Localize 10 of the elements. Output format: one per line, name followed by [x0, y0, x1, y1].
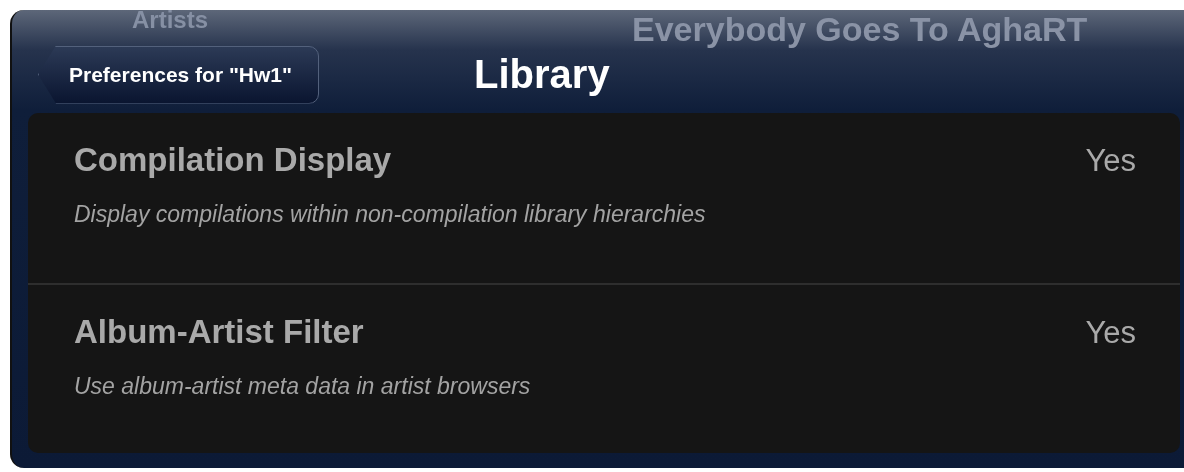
background-album-title: Everybody Goes To AghaRT [632, 10, 1088, 49]
background-heading: Artists [132, 6, 209, 34]
setting-value[interactable]: Yes [1085, 315, 1136, 351]
setting-description: Use album-artist meta data in artist browsers [74, 373, 532, 400]
nav-title: Library [474, 52, 610, 97]
setting-title: Album-Artist Filter [74, 313, 364, 351]
setting-description: Display compilations within non-compilation library hierarchies [74, 201, 707, 228]
setting-value[interactable]: Yes [1085, 143, 1136, 179]
setting-title: Compilation Display [74, 141, 392, 179]
back-button[interactable]: Preferences for "Hw1" [38, 45, 319, 104]
